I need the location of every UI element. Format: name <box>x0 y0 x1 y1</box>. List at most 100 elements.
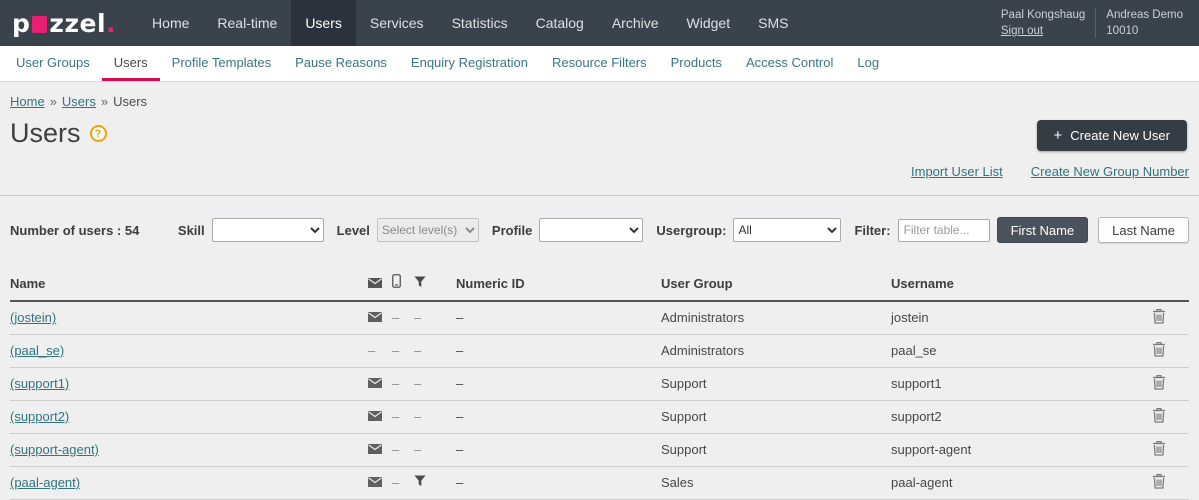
filter-column-icon <box>414 268 456 301</box>
user-name-link[interactable]: (paal_se) <box>10 343 64 358</box>
user-name[interactable]: Paal Kongshaug <box>1001 7 1085 23</box>
user-group-cell: Sales <box>661 466 891 499</box>
user-name-link[interactable]: (support1) <box>10 376 69 391</box>
nav-users[interactable]: Users <box>291 0 356 46</box>
phone-icon <box>392 274 401 288</box>
mobile-dash: – <box>392 409 399 424</box>
filter-bar: Number of users : 54 Skill Level Select … <box>10 217 1189 243</box>
subnav-enquiry-registration[interactable]: Enquiry Registration <box>399 46 540 81</box>
create-new-user-button[interactable]: + Create New User <box>1037 120 1187 151</box>
user-group-cell: Support <box>661 433 891 466</box>
mobile-dash: – <box>392 343 399 358</box>
breadcrumb-separator: » <box>101 94 108 109</box>
subnav-resource-filters[interactable]: Resource Filters <box>540 46 659 81</box>
email-icon <box>368 310 382 325</box>
logo-text-rest: zzel <box>49 9 106 38</box>
mobile-column-icon <box>392 268 414 301</box>
mobile-dash: – <box>392 310 399 325</box>
filter-dash: – <box>414 310 421 325</box>
trash-icon <box>1152 407 1166 423</box>
subnav-profile-templates[interactable]: Profile Templates <box>160 46 283 81</box>
import-user-list-link[interactable]: Import User List <box>911 164 1003 179</box>
subnav-access-control[interactable]: Access Control <box>734 46 845 81</box>
nav-services[interactable]: Services <box>356 0 438 46</box>
page-title: Users ? <box>10 118 107 149</box>
logged-in-user: Paal Kongshaug Sign out <box>1001 7 1085 39</box>
breadcrumb-separator: » <box>50 94 57 109</box>
usergroup-select[interactable]: All <box>733 218 841 242</box>
users-table: Name Numeric ID User Group Username (jos… <box>10 268 1189 500</box>
table-header-row: Name Numeric ID User Group Username <box>10 268 1189 301</box>
user-name-link[interactable]: (jostein) <box>10 310 56 325</box>
account-id: 10010 <box>1106 23 1138 39</box>
subnav-user-groups[interactable]: User Groups <box>4 46 102 81</box>
filter-table-input[interactable] <box>898 219 990 242</box>
delete-user-button[interactable] <box>1150 438 1168 461</box>
nav-real-time[interactable]: Real-time <box>203 0 291 46</box>
logo-u-block: u <box>32 16 47 33</box>
last-name-button[interactable]: Last Name <box>1098 217 1189 243</box>
email-icon <box>368 475 382 490</box>
table-row: (support-agent) – – – – Support support-… <box>10 433 1189 466</box>
email-icon <box>368 376 382 391</box>
mobile-dash: – <box>392 376 399 391</box>
nav-catalog[interactable]: Catalog <box>522 0 598 46</box>
subnav-log[interactable]: Log <box>845 46 891 81</box>
email-dash: – <box>368 343 375 358</box>
username-cell: paal_se <box>891 334 1129 367</box>
col-numeric-id: Numeric ID <box>456 268 661 301</box>
delete-user-button[interactable] <box>1150 339 1168 362</box>
filter-dash: – <box>414 343 421 358</box>
user-name-link[interactable]: (support-agent) <box>10 442 99 457</box>
first-name-button[interactable]: First Name <box>997 217 1089 243</box>
delete-user-button[interactable] <box>1150 471 1168 494</box>
sign-out-link[interactable]: Sign out <box>1001 23 1085 39</box>
breadcrumb-home[interactable]: Home <box>10 94 45 109</box>
profile-select[interactable] <box>539 218 643 242</box>
username-cell: paal-agent <box>891 466 1129 499</box>
user-name-link[interactable]: (support2) <box>10 409 69 424</box>
page-header: Users ? + Create New User Import User Li… <box>10 118 1189 179</box>
nav-archive[interactable]: Archive <box>598 0 673 46</box>
help-icon[interactable]: ? <box>90 125 107 142</box>
plus-icon: + <box>1054 131 1063 141</box>
delete-user-button[interactable] <box>1150 372 1168 395</box>
email-column-icon <box>368 268 392 301</box>
breadcrumb-users[interactable]: Users <box>62 94 96 109</box>
user-name-link[interactable]: (paal-agent) <box>10 475 80 490</box>
numeric-id-cell: – <box>456 433 661 466</box>
subnav-users[interactable]: Users <box>102 46 160 81</box>
account-name: Andreas Demo <box>1106 7 1183 23</box>
email-icon <box>368 442 382 457</box>
puzzel-logo[interactable]: puzzel. <box>0 0 138 46</box>
skill-select[interactable] <box>212 218 324 242</box>
userbox-divider <box>1095 8 1096 38</box>
trash-icon <box>1152 440 1166 456</box>
funnel-icon <box>414 276 426 288</box>
nav-home[interactable]: Home <box>138 0 203 46</box>
row-funnel-icon <box>414 475 426 490</box>
action-links: Import User List Create New Group Number <box>911 164 1189 179</box>
filter-dash: – <box>414 442 421 457</box>
nav-widget[interactable]: Widget <box>673 0 745 46</box>
username-cell: support2 <box>891 400 1129 433</box>
delete-user-button[interactable] <box>1150 405 1168 428</box>
subnav-products[interactable]: Products <box>659 46 734 81</box>
trash-icon <box>1152 374 1166 390</box>
delete-user-button[interactable] <box>1150 306 1168 329</box>
nav-sms[interactable]: SMS <box>744 0 802 46</box>
user-count: Number of users : 54 <box>10 223 139 238</box>
col-user-group: User Group <box>661 268 891 301</box>
numeric-id-cell: – <box>456 466 661 499</box>
table-row: (paal_se) – – – – Administrators paal_se <box>10 334 1189 367</box>
level-select[interactable]: Select level(s) <box>377 218 479 242</box>
col-actions <box>1129 268 1189 301</box>
breadcrumb-current: Users <box>113 94 147 109</box>
table-row: (support2) – – – – Support support2 <box>10 400 1189 433</box>
subnav-pause-reasons[interactable]: Pause Reasons <box>283 46 399 81</box>
trash-icon <box>1152 308 1166 324</box>
create-new-group-number-link[interactable]: Create New Group Number <box>1031 164 1189 179</box>
nav-statistics[interactable]: Statistics <box>438 0 522 46</box>
trash-icon <box>1152 473 1166 489</box>
create-new-user-label: Create New User <box>1070 128 1170 143</box>
